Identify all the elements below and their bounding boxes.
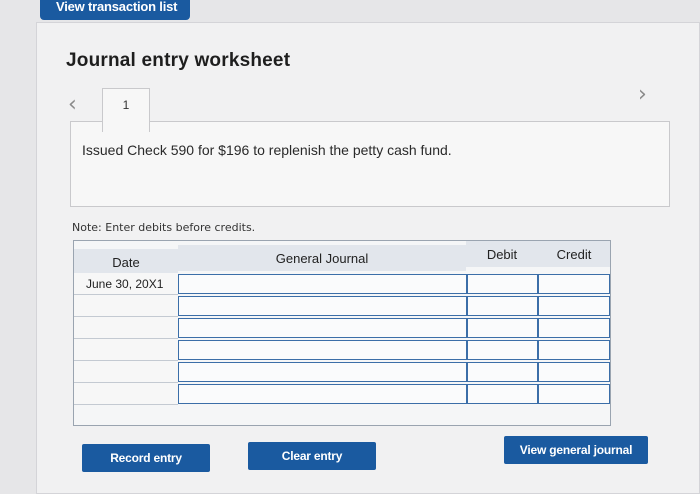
debit-input[interactable] (467, 296, 538, 316)
debit-input[interactable] (467, 362, 538, 382)
header-debit: Debit (466, 241, 538, 267)
credit-input[interactable] (538, 296, 610, 316)
tab-transaction-1[interactable]: 1 (102, 88, 150, 132)
view-transaction-list-button[interactable]: View transaction list (40, 0, 190, 20)
credit-input[interactable] (538, 318, 610, 338)
date-cell[interactable] (74, 361, 178, 383)
header-date: Date (74, 249, 178, 275)
note-text: Note: Enter debits before credits. (72, 221, 256, 234)
credit-input[interactable] (538, 274, 610, 294)
question-box (70, 121, 670, 207)
date-cell[interactable] (74, 295, 178, 317)
debit-input[interactable] (467, 318, 538, 338)
account-input[interactable] (178, 274, 467, 294)
view-general-journal-button[interactable]: View general journal (504, 436, 648, 464)
debit-input[interactable] (467, 274, 538, 294)
account-input[interactable] (178, 296, 467, 316)
header-general-journal: General Journal (178, 245, 466, 271)
account-input[interactable] (178, 384, 467, 404)
debit-input[interactable] (467, 384, 538, 404)
next-arrow-icon[interactable]: › (638, 82, 647, 107)
credit-input[interactable] (538, 384, 610, 404)
account-input[interactable] (178, 362, 467, 382)
date-cell[interactable] (74, 317, 178, 339)
date-cell[interactable] (74, 339, 178, 361)
credit-input[interactable] (538, 340, 610, 360)
journal-table: Date General Journal Debit Credit June 3… (73, 240, 611, 426)
clear-entry-button[interactable]: Clear entry (248, 442, 376, 470)
header-credit: Credit (538, 241, 610, 267)
credit-input[interactable] (538, 362, 610, 382)
record-entry-button[interactable]: Record entry (82, 444, 210, 472)
date-cell[interactable] (74, 383, 178, 405)
worksheet-title: Journal entry worksheet (66, 50, 291, 71)
debit-input[interactable] (467, 340, 538, 360)
account-input[interactable] (178, 318, 467, 338)
account-input[interactable] (178, 340, 467, 360)
question-text: Issued Check 590 for $196 to replenish t… (82, 142, 452, 158)
date-cell[interactable]: June 30, 20X1 (74, 273, 178, 295)
previous-arrow-icon[interactable]: ‹ (68, 92, 77, 117)
